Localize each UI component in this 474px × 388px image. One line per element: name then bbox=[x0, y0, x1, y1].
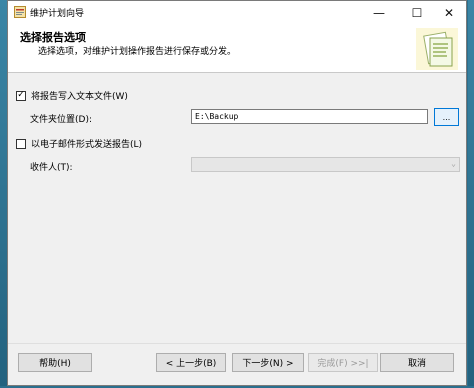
write-report-checkbox[interactable]: ✓ bbox=[16, 90, 26, 101]
page-subtitle: 选择选项，对维护计划操作报告进行保存或分发。 bbox=[38, 47, 237, 57]
minimize-button[interactable]: — bbox=[360, 1, 398, 24]
folder-location-input[interactable]: E:\Backup bbox=[191, 109, 428, 124]
close-button[interactable]: ✕ bbox=[430, 1, 468, 24]
email-report-label[interactable]: 以电子邮件形式发送报告(L) bbox=[31, 137, 142, 150]
title-bar[interactable]: 维护计划向导 — ☐ ✕ bbox=[8, 1, 466, 24]
browse-button[interactable]: ... bbox=[434, 108, 459, 126]
chevron-down-icon: ⌄ bbox=[451, 159, 456, 168]
wizard-window: 维护计划向导 — ☐ ✕ 选择报告选项 选择选项，对维护计划操作报告进行保存或分… bbox=[7, 0, 467, 386]
wizard-footer: 帮助(H) < 上一步(B) 下一步(N) > 完成(F) >>| 取消 bbox=[8, 343, 466, 388]
next-button[interactable]: 下一步(N) > bbox=[232, 353, 304, 372]
cancel-button[interactable]: 取消 bbox=[380, 353, 454, 372]
desktop-right-strip bbox=[468, 0, 474, 386]
help-button[interactable]: 帮助(H) bbox=[18, 353, 92, 372]
write-report-label[interactable]: 将报告写入文本文件(W) bbox=[31, 89, 128, 102]
wizard-content: ✓ 将报告写入文本文件(W) 文件夹位置(D): E:\Backup ... 以… bbox=[8, 73, 466, 343]
window-title: 维护计划向导 bbox=[30, 9, 85, 19]
write-report-option[interactable]: ✓ 将报告写入文本文件(W) bbox=[16, 89, 128, 102]
email-report-option[interactable]: 以电子邮件形式发送报告(L) bbox=[16, 137, 142, 150]
email-report-checkbox[interactable] bbox=[16, 138, 26, 149]
report-documents-icon bbox=[416, 28, 458, 70]
back-button[interactable]: < 上一步(B) bbox=[156, 353, 226, 372]
finish-button[interactable]: 完成(F) >>| bbox=[308, 353, 378, 372]
page-title: 选择报告选项 bbox=[20, 31, 86, 44]
wizard-header: 选择报告选项 选择选项，对维护计划操作报告进行保存或分发。 bbox=[8, 24, 466, 73]
recipient-select[interactable]: ⌄ bbox=[191, 157, 460, 172]
folder-location-label: 文件夹位置(D): bbox=[30, 115, 92, 125]
app-icon bbox=[14, 6, 26, 18]
recipient-label: 收件人(T): bbox=[30, 163, 73, 173]
